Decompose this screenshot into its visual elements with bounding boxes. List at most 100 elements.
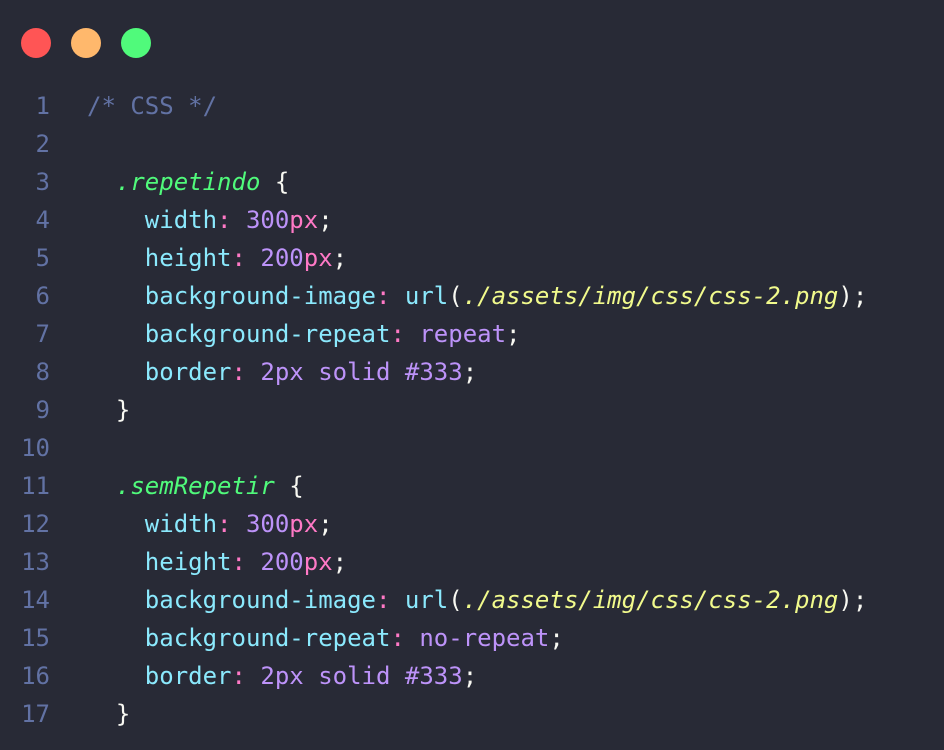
code-token: width	[144, 510, 218, 538]
code-line: 15 background-repeat: no-repeat;	[0, 619, 944, 657]
code-token: repeat	[404, 320, 507, 348]
code-line: 5 height: 200px;	[0, 239, 944, 277]
line-code: width: 300px;	[87, 201, 333, 239]
line-code: background-image: url(./assets/img/css/c…	[87, 277, 867, 315]
code-token: px	[289, 510, 319, 538]
line-code: height: 200px;	[87, 239, 347, 277]
line-code: width: 300px;	[87, 505, 333, 543]
code-token: px	[303, 548, 333, 576]
code-token: :	[390, 320, 405, 348]
code-line: 14 background-image: url(./assets/img/cs…	[0, 581, 944, 619]
code-token: background-repeat	[144, 624, 391, 652]
code-token: {	[274, 472, 304, 500]
code-token: ;	[318, 510, 333, 538]
code-token: ;	[549, 624, 564, 652]
code-token: no-repeat	[404, 624, 550, 652]
code-token: :	[231, 358, 246, 386]
code-token: :	[217, 510, 232, 538]
line-code: }	[87, 391, 130, 429]
code-token: :	[217, 206, 232, 234]
line-number: 5	[35, 244, 50, 272]
code-token: width	[144, 206, 218, 234]
line-number: 4	[35, 206, 50, 234]
code-token: border	[144, 662, 232, 690]
line-code: background-repeat: no-repeat;	[87, 619, 564, 657]
minimize-window-button[interactable]	[71, 28, 101, 58]
line-number: 8	[35, 358, 50, 386]
line-code: .repetindo {	[87, 163, 289, 201]
code-token: .repetindo	[115, 168, 261, 196]
code-line: 4 width: 300px;	[0, 201, 944, 239]
code-token: ;	[852, 586, 868, 614]
line-number: 2	[35, 130, 50, 158]
line-code: height: 200px;	[87, 543, 347, 581]
line-number: 7	[35, 320, 50, 348]
code-token: 300	[231, 510, 290, 538]
line-number: 9	[35, 396, 50, 424]
line-number: 3	[35, 168, 50, 196]
code-token: height	[144, 548, 232, 576]
code-token: url	[390, 282, 449, 310]
line-code: }	[87, 695, 130, 733]
code-token: }	[115, 396, 131, 424]
code-token: ;	[506, 320, 521, 348]
code-token: ./assets/img/css/css-2.png	[462, 282, 839, 310]
code-token: #333	[390, 662, 463, 690]
code-token: ;	[332, 548, 348, 576]
code-token: :	[375, 586, 391, 614]
code-token: ;	[318, 206, 333, 234]
maximize-window-button[interactable]	[121, 28, 151, 58]
close-window-button[interactable]	[21, 28, 51, 58]
code-token: /* CSS */	[87, 92, 218, 120]
code-token: px	[289, 206, 319, 234]
line-code: border: 2px solid #333;	[87, 353, 477, 391]
code-token: )	[838, 282, 853, 310]
code-line: 10	[0, 429, 944, 467]
line-number: 6	[35, 282, 50, 310]
line-number: 14	[21, 586, 50, 614]
code-token: ;	[852, 282, 868, 310]
code-token: ./assets/img/css/css-2.png	[462, 586, 839, 614]
code-token: }	[115, 700, 131, 728]
code-token: border	[144, 358, 232, 386]
code-line: 9 }	[0, 391, 944, 429]
code-token: ;	[462, 358, 478, 386]
code-token: ;	[332, 244, 348, 272]
code-line: 6 background-image: url(./assets/img/css…	[0, 277, 944, 315]
code-token: 200	[245, 244, 304, 272]
code-token: (	[448, 282, 463, 310]
code-line: 1 /* CSS */	[0, 87, 944, 125]
code-token: 2px	[245, 662, 304, 690]
code-token: url	[390, 586, 449, 614]
line-code: background-image: url(./assets/img/css/c…	[87, 581, 867, 619]
line-number: 11	[21, 472, 50, 500]
line-number: 1	[35, 92, 50, 120]
code-token: :	[231, 662, 246, 690]
code-token: height	[144, 244, 232, 272]
line-number: 16	[21, 662, 50, 690]
code-token: 2px	[245, 358, 304, 386]
code-token: background-repeat	[144, 320, 391, 348]
line-code: background-repeat: repeat;	[87, 315, 521, 353]
code-line: 3 .repetindo {	[0, 163, 944, 201]
window-titlebar	[0, 0, 944, 84]
line-number: 15	[21, 624, 50, 652]
code-token: 300	[231, 206, 290, 234]
code-line: 11 .semRepetir {	[0, 467, 944, 505]
code-line: 7 background-repeat: repeat;	[0, 315, 944, 353]
code-token: ;	[462, 662, 478, 690]
code-token: (	[448, 586, 463, 614]
